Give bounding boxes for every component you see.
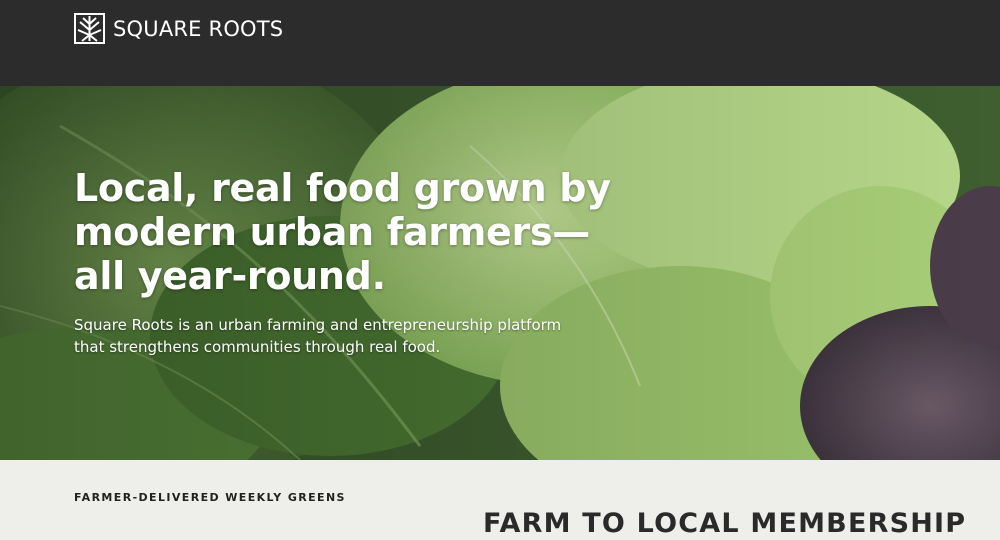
- membership-band: FARMER-DELIVERED WEEKLY GREENS FARM TO L…: [0, 460, 1000, 540]
- hero-title-line: modern urban farmers—: [74, 210, 590, 254]
- hero-title: Local, real food grown by modern urban f…: [74, 166, 634, 298]
- membership-title: FARM TO LOCAL MEMBERSHIP: [483, 508, 967, 540]
- membership-eyebrow: FARMER-DELIVERED WEEKLY GREENS: [74, 491, 346, 504]
- hero-title-line: Local, real food grown by: [74, 166, 611, 210]
- hero-subtitle-line: Square Roots is an urban farming and ent…: [74, 316, 562, 334]
- brand-name: SQUARE ROOTS: [113, 16, 284, 41]
- hero-section: Local, real food grown by modern urban f…: [0, 86, 1000, 460]
- hero-subtitle: Square Roots is an urban farming and ent…: [74, 314, 634, 358]
- hero-subtitle-line: that strengthens communities through rea…: [74, 338, 441, 356]
- site-header: SQUARE ROOTS: [0, 0, 1000, 86]
- square-roots-logo-icon: [74, 13, 105, 44]
- hero-title-line: all year-round.: [74, 254, 386, 298]
- brand-logo-link[interactable]: SQUARE ROOTS: [74, 13, 283, 44]
